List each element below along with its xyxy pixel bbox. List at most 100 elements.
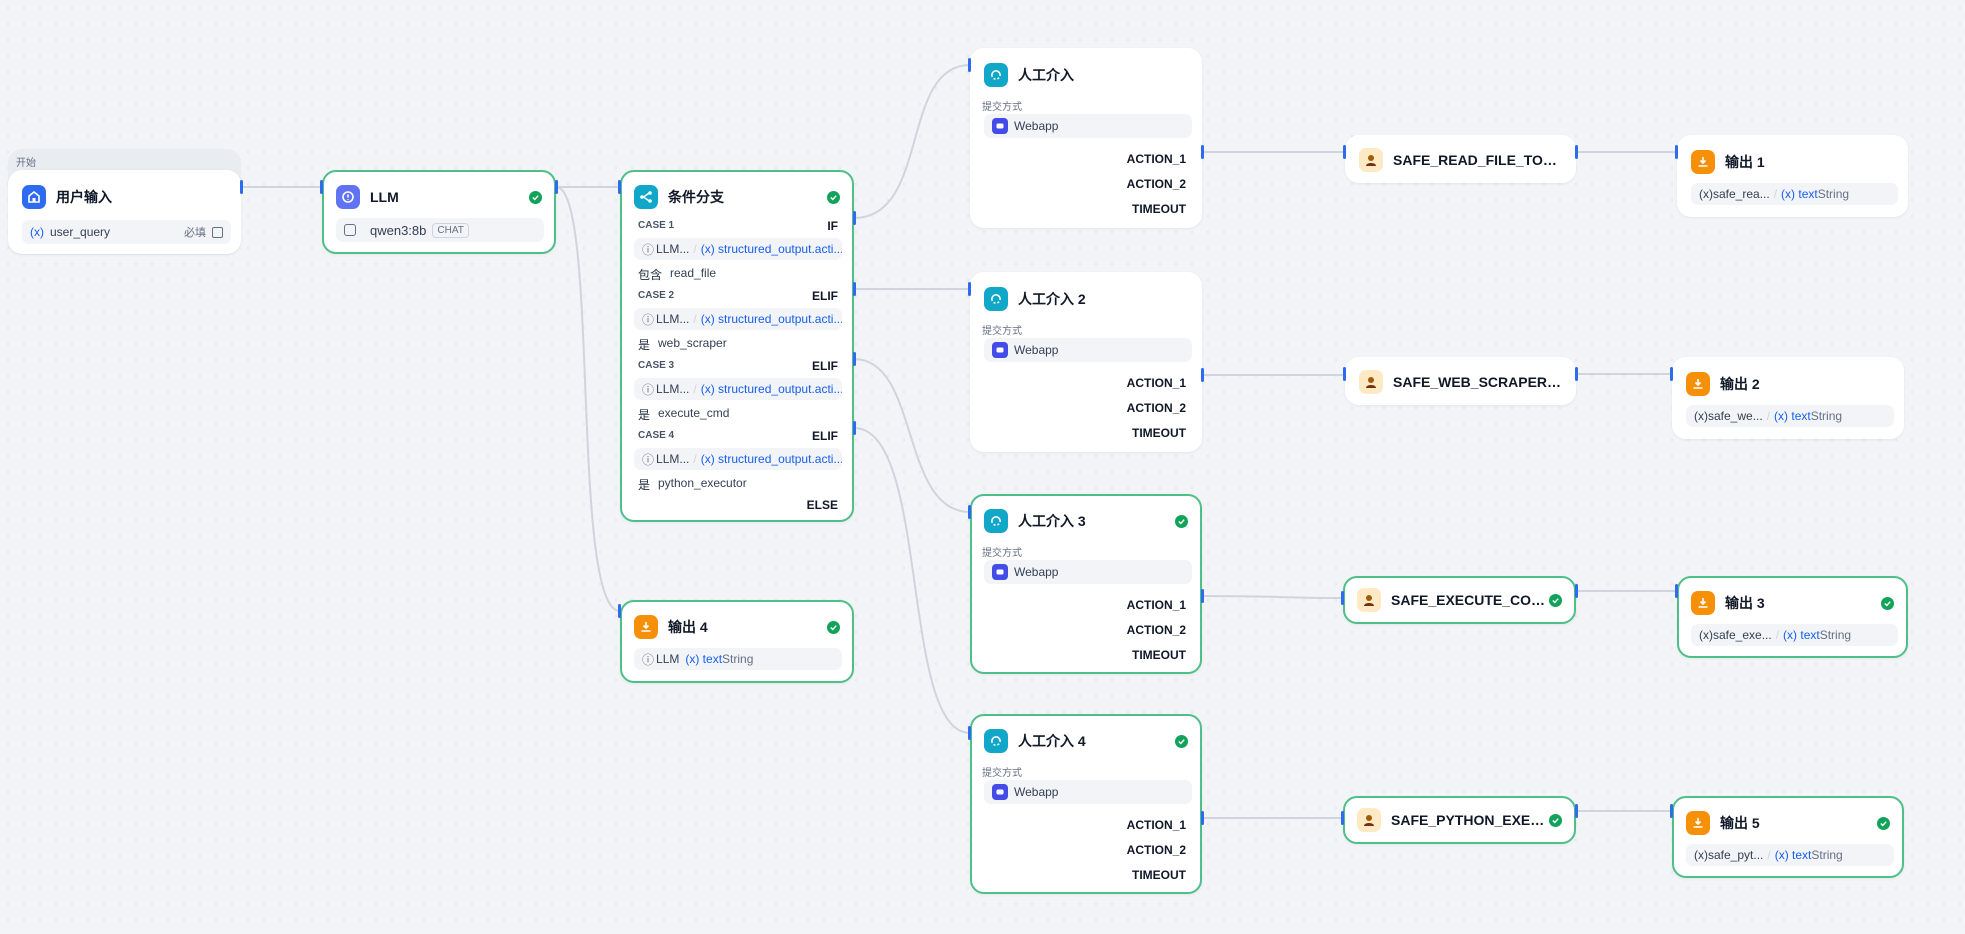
output5-node[interactable]: 输出 5 (x)safe_pyt... / (x) text String — [1672, 796, 1904, 878]
tool4-in-handle[interactable] — [1341, 811, 1344, 825]
output1-node[interactable]: 输出 1 (x)safe_rea... / (x) text String — [1677, 135, 1908, 217]
tool4-out-handle[interactable] — [1575, 804, 1578, 818]
condition-row[interactable]: ⓘ LLM... / (x) structured_output.acti... — [634, 448, 842, 470]
output-type: String — [1817, 187, 1850, 201]
case-label: CASE 3 — [638, 360, 675, 371]
condition-value: web_scraper — [658, 336, 727, 350]
case-label: CASE 1 — [638, 220, 675, 231]
submit-method-field[interactable]: Webapp — [984, 560, 1192, 584]
branch-in-handle[interactable] — [618, 180, 621, 194]
output-variable-row[interactable]: (x)safe_we... / (x) text String — [1686, 405, 1894, 427]
tool-avatar-icon — [1357, 808, 1381, 832]
human2-action1-handle[interactable] — [1201, 368, 1204, 382]
timeout-port: TIMEOUT — [1132, 868, 1186, 882]
variable-row[interactable]: (x) user_query 必填 — [22, 220, 231, 244]
tool3-out-handle[interactable] — [1575, 584, 1578, 598]
condition-branch-node[interactable]: 条件分支 CASE 1 IF ⓘ LLM... / (x) structured_ou… — [620, 170, 854, 522]
submit-method-field[interactable]: Webapp — [984, 780, 1192, 804]
edge-case3-human3 — [853, 358, 971, 513]
tool3-in-handle[interactable] — [1341, 591, 1344, 605]
human-input-node-2[interactable]: 人工介入 2 提交方式 Webapp ACTION_1 ACTION_2 TIM… — [970, 272, 1202, 452]
case2-out-handle[interactable] — [853, 282, 856, 296]
action-1-port: ACTION_1 — [1126, 818, 1186, 832]
output-variable-row[interactable]: (x)safe_rea... / (x) text String — [1691, 183, 1898, 205]
check-icon — [1549, 813, 1562, 827]
output-variable: (x) text — [1774, 848, 1812, 862]
node-title: 人工介入 3 — [1018, 513, 1086, 529]
condition-row[interactable]: ⓘ LLM... / (x) structured_output.acti... — [634, 308, 842, 330]
action-1-port: ACTION_1 — [1126, 598, 1186, 612]
timeout-port: TIMEOUT — [1132, 426, 1186, 440]
output4-node[interactable]: 输出 4 ⓘ LLM (x) text String — [620, 600, 854, 683]
human-input-node-3[interactable]: 人工介入 3 提交方式 Webapp ACTION_1 ACTION_2 TIM… — [970, 494, 1202, 674]
case4-out-handle[interactable] — [853, 421, 856, 435]
human-input-icon — [984, 63, 1008, 87]
tool-node-4[interactable]: SAFE_PYTHON_EXECU... — [1343, 796, 1576, 844]
human1-in-handle[interactable] — [968, 58, 971, 72]
submit-method-label: 提交方式 — [982, 768, 1022, 779]
output-variable-row[interactable]: ⓘ LLM (x) text String — [634, 648, 842, 670]
output2-in-handle[interactable] — [1670, 367, 1673, 381]
condition-row[interactable]: ⓘ LLM... / (x) structured_output.acti... — [634, 378, 842, 400]
submit-method-field[interactable]: Webapp — [984, 338, 1192, 362]
human4-in-handle[interactable] — [968, 726, 971, 740]
case-keyword: ELIF — [812, 429, 838, 443]
human3-action1-handle[interactable] — [1201, 589, 1204, 603]
action-2-port: ACTION_2 — [1126, 623, 1186, 637]
human1-action1-handle[interactable] — [1201, 145, 1204, 159]
variable-icon: (x) — [30, 225, 44, 239]
tool1-out-handle[interactable] — [1575, 145, 1578, 159]
human3-in-handle[interactable] — [968, 505, 971, 519]
tool2-out-handle[interactable] — [1575, 367, 1578, 381]
case1-out-handle[interactable] — [853, 211, 856, 225]
llm-in-handle[interactable] — [320, 180, 323, 194]
human2-in-handle[interactable] — [968, 282, 971, 296]
llm-node[interactable]: LLM qwen3:8b CHAT — [322, 170, 556, 254]
check-icon — [1175, 734, 1188, 748]
check-icon — [1175, 514, 1188, 528]
submit-method-value: Webapp — [1014, 785, 1059, 799]
node-title: SAFE_WEB_SCRAPER_TO... — [1393, 374, 1562, 390]
text-type-icon — [212, 226, 223, 238]
tool-avatar-icon — [1359, 370, 1383, 394]
tool-node-2[interactable]: SAFE_WEB_SCRAPER_TO... — [1345, 357, 1576, 405]
output4-in-handle[interactable] — [618, 604, 621, 618]
output-variable: (x) text — [1783, 628, 1820, 642]
human4-action1-handle[interactable] — [1201, 811, 1204, 825]
output5-in-handle[interactable] — [1670, 804, 1673, 818]
submit-method-value: Webapp — [1014, 119, 1059, 133]
condition-row[interactable]: ⓘ LLM... / (x) structured_output.acti... — [634, 238, 842, 260]
variable-name: user_query — [50, 225, 111, 239]
case-label: CASE 4 — [638, 430, 675, 441]
output3-in-handle[interactable] — [1675, 584, 1678, 598]
tool-node-3[interactable]: SAFE_EXECUTE_COMM... — [1343, 576, 1576, 624]
tool-node-1[interactable]: SAFE_READ_FILE_TOOL_R... — [1345, 135, 1576, 183]
human-input-icon — [984, 729, 1008, 753]
output-source: (x)safe_pyt... — [1694, 848, 1764, 862]
required-label: 必填 — [184, 227, 206, 239]
tool1-in-handle[interactable] — [1343, 145, 1346, 159]
user-input-node[interactable]: 用户输入 (x) user_query 必填 — [8, 170, 241, 254]
home-icon — [22, 185, 46, 209]
model-selector[interactable]: qwen3:8b CHAT — [336, 218, 544, 242]
output-variable-row[interactable]: (x)safe_pyt... / (x) text String — [1686, 844, 1894, 866]
output2-node[interactable]: 输出 2 (x)safe_we... / (x) text String — [1672, 357, 1904, 439]
case3-out-handle[interactable] — [853, 352, 856, 366]
human-input-node-1[interactable]: 人工介入 提交方式 Webapp ACTION_1 ACTION_2 TIMEO… — [970, 48, 1202, 228]
output-variable-row[interactable]: (x)safe_exe... / (x) text String — [1691, 624, 1898, 646]
user-input-out-handle[interactable] — [240, 180, 243, 194]
submit-method-field[interactable]: Webapp — [984, 114, 1192, 138]
case-label: CASE 2 — [638, 290, 675, 301]
human-input-icon — [984, 287, 1008, 311]
output-variable: (x) text — [685, 652, 723, 666]
human-input-node-4[interactable]: 人工介入 4 提交方式 Webapp ACTION_1 ACTION_2 TIM… — [970, 714, 1202, 894]
node-title: 用户输入 — [56, 189, 112, 205]
action-1-port: ACTION_1 — [1126, 376, 1186, 390]
human-input-icon — [984, 509, 1008, 533]
llm-out-handle[interactable] — [555, 180, 558, 194]
output3-node[interactable]: 输出 3 (x)safe_exe... / (x) text String — [1677, 576, 1908, 658]
tool2-in-handle[interactable] — [1343, 367, 1346, 381]
condition-source: LLM... — [656, 382, 690, 396]
llm-source-icon: ⓘ — [642, 312, 655, 327]
output1-in-handle[interactable] — [1675, 145, 1678, 159]
